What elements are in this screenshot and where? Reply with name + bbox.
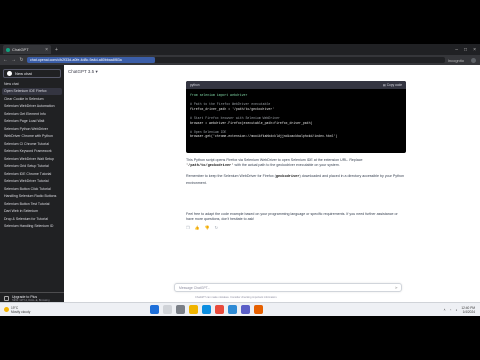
sidebar-conversation-item[interactable]: Selenium Button Click Tutorial	[0, 185, 64, 193]
sidebar-conversation-item[interactable]: Handling Selenium Radio Buttons	[0, 193, 64, 201]
copy-code-button[interactable]: ▤ Copy code	[383, 83, 402, 87]
new-chat-label: New chat	[15, 71, 32, 76]
sidebar: New chat New chat Open Selenium IDE Firef…	[0, 65, 64, 316]
model-selector[interactable]: ChatGPT 3.5 ▾	[68, 69, 98, 75]
sidebar-conversation-item[interactable]: Selenium Button Test Tutorial	[0, 200, 64, 208]
date-text: 1/4/2024	[462, 309, 475, 314]
code-line: browser.get('chrome-extension://mooikfka…	[190, 134, 338, 139]
inline-code: '/path/to/geckodriver'	[186, 164, 234, 169]
weather-desc: Mostly cloudy	[11, 309, 31, 314]
code-language: python	[190, 83, 200, 87]
search-icon[interactable]	[163, 305, 172, 314]
message-input[interactable]: Message ChatGPT... ➤	[174, 283, 402, 292]
profile-avatar-icon[interactable]	[471, 57, 476, 63]
new-chat-button[interactable]: New chat	[3, 69, 61, 78]
vscode-icon[interactable]	[228, 305, 237, 314]
upgrade-text: Upgrade to Plus NEW: GPT-4, DALL-E, Brow…	[12, 295, 50, 302]
sidebar-conversation-item[interactable]: Selenium Grid Setup Tutorial	[0, 163, 64, 171]
new-tab-icon[interactable]: +	[55, 47, 58, 53]
system-tray: ˄ ◔ ◖ 12:40 PM 1/4/2024	[444, 306, 480, 314]
weather-icon	[4, 307, 9, 312]
chevron-up-icon[interactable]: ˄	[444, 308, 446, 312]
file-explorer-icon[interactable]	[189, 305, 198, 314]
disclaimer-footer: ChatGPT can make mistakes. Consider chec…	[195, 296, 278, 299]
message-actions: ❐ 👍 👎 ↻	[186, 225, 406, 230]
sidebar-conversation-item[interactable]: Selenium WebDriver Tutorial	[0, 178, 64, 186]
maximize-icon[interactable]: □	[464, 47, 467, 53]
copy-icon[interactable]: ❐	[186, 225, 190, 230]
response-paragraph: Remember to keep the Selenium WebDriver …	[186, 174, 406, 185]
browser-tabbar: ChatGPT × + – □ ×	[0, 44, 480, 55]
sidebar-conversation-item[interactable]: Selenium WebDriver Wait Setup	[0, 155, 64, 163]
sidebar-conversation-item[interactable]: Selenium CI Chrome Tutorial	[0, 140, 64, 148]
window-controls: – □ ×	[455, 47, 480, 53]
chat-main: ChatGPT 3.5 ▾ python ▤ Copy code from se…	[64, 65, 480, 316]
tab-title: ChatGPT	[12, 47, 29, 52]
close-window-icon[interactable]: ×	[473, 47, 476, 53]
sidebar-conversation-item[interactable]: Selenium IDE Chrome Tutorial	[0, 170, 64, 178]
reload-icon[interactable]: ↻	[19, 57, 24, 63]
assistant-message: python ▤ Copy code from selenium import …	[186, 81, 406, 230]
address-bar-input[interactable]: chat.openai.com/c/b2f33d-a0fe-4d8c-9a4d-…	[27, 57, 155, 63]
chevron-down-icon: ▾	[95, 69, 98, 74]
browser-toolbar: ← → ↻ chat.openai.com/c/b2f33d-a0fe-4d8c…	[0, 55, 480, 65]
firefox-icon[interactable]	[254, 305, 263, 314]
conversation-list: New chat Open Selenium IDE Firefox Clear C…	[0, 80, 64, 230]
regenerate-icon[interactable]: ↻	[215, 225, 218, 230]
wifi-icon[interactable]: ◔	[449, 308, 451, 312]
sidebar-conversation-item[interactable]: WebDriver Chrome with Python	[0, 133, 64, 141]
response-paragraph: Feel free to adapt the code example base…	[186, 211, 398, 222]
sidebar-conversation-item[interactable]: Selenium WebDriver Automation	[0, 103, 64, 111]
task-view-icon[interactable]	[176, 305, 185, 314]
weather-widget[interactable]: 19°C Mostly cloudy	[0, 306, 60, 314]
code-header: python ▤ Copy code	[186, 81, 406, 89]
address-bar-background	[155, 57, 445, 63]
edge-icon[interactable]	[202, 305, 211, 314]
windows-taskbar: 19°C Mostly cloudy ˄ ◔ ◖ 12:40 PM 1/4/20…	[0, 302, 480, 316]
sidebar-conversation-item[interactable]: Dart Web in Selenium	[0, 208, 64, 216]
time-text: 12:40 PM	[461, 305, 475, 310]
sidebar-conversation-item[interactable]: New chat	[0, 80, 64, 88]
message-placeholder: Message ChatGPT...	[179, 285, 211, 290]
video-frame: ChatGPT × + – □ × ← → ↻ chat.openai.com/…	[0, 0, 480, 360]
sidebar-conversation-item[interactable]: Selenium Keyword Framework	[0, 148, 64, 156]
paragraph-text: Remember to keep the Selenium WebDriver …	[186, 174, 276, 179]
paragraph-text: with the actual path to the geckodriver …	[233, 163, 340, 168]
thumbs-down-icon[interactable]: 👎	[205, 225, 210, 230]
sidebar-conversation-item[interactable]: Selenium Get Element Info	[0, 110, 64, 118]
sidebar-conversation-item[interactable]: Drop & Selenium for Tutorial	[0, 215, 64, 223]
code-body: from selenium import webdriver # Path to …	[186, 89, 406, 153]
minimize-icon[interactable]: –	[455, 47, 458, 53]
upgrade-icon	[4, 296, 9, 301]
paragraph-text: This Python script opens Firefox via Sel…	[186, 158, 363, 162]
start-icon[interactable]	[150, 305, 159, 314]
taskbar-apps	[150, 305, 263, 314]
browser-tab[interactable]: ChatGPT ×	[3, 45, 51, 54]
chrome-icon[interactable]	[215, 305, 224, 314]
volume-icon[interactable]: ◖	[455, 308, 457, 312]
teams-icon[interactable]	[241, 305, 250, 314]
model-label: ChatGPT 3.5	[68, 69, 95, 74]
clock[interactable]: 12:40 PM 1/4/2024	[461, 306, 475, 314]
thumbs-up-icon[interactable]: 👍	[195, 225, 200, 230]
send-icon[interactable]: ➤	[395, 285, 398, 290]
incognito-label[interactable]: Incognito	[448, 58, 464, 63]
close-tab-icon[interactable]: ×	[45, 47, 48, 53]
response-paragraph: This Python script opens Firefox via Sel…	[186, 158, 406, 169]
sidebar-conversation-item[interactable]: Clear Cookie in Selenium	[0, 95, 64, 103]
sidebar-conversation-item[interactable]: Open Selenium IDE Firefox	[2, 87, 62, 95]
sidebar-conversation-item[interactable]: Selenium Handling Selenium ID	[0, 223, 64, 231]
copy-code-label: Copy code	[386, 83, 402, 87]
sidebar-conversation-item[interactable]: Selenium Python WebDriver	[0, 125, 64, 133]
forward-icon[interactable]: →	[11, 57, 16, 63]
sidebar-conversation-item[interactable]: Selenium Page Load Wait	[0, 118, 64, 126]
chatgpt-favicon-icon	[6, 47, 10, 52]
inline-code: geckodriver	[275, 175, 300, 180]
desktop: ChatGPT × + – □ × ← → ↻ chat.openai.com/…	[0, 44, 480, 316]
code-block: python ▤ Copy code from selenium import …	[186, 81, 406, 153]
openai-logo-icon	[7, 71, 12, 76]
back-icon[interactable]: ←	[3, 57, 8, 63]
weather-text: 19°C Mostly cloudy	[11, 306, 30, 314]
